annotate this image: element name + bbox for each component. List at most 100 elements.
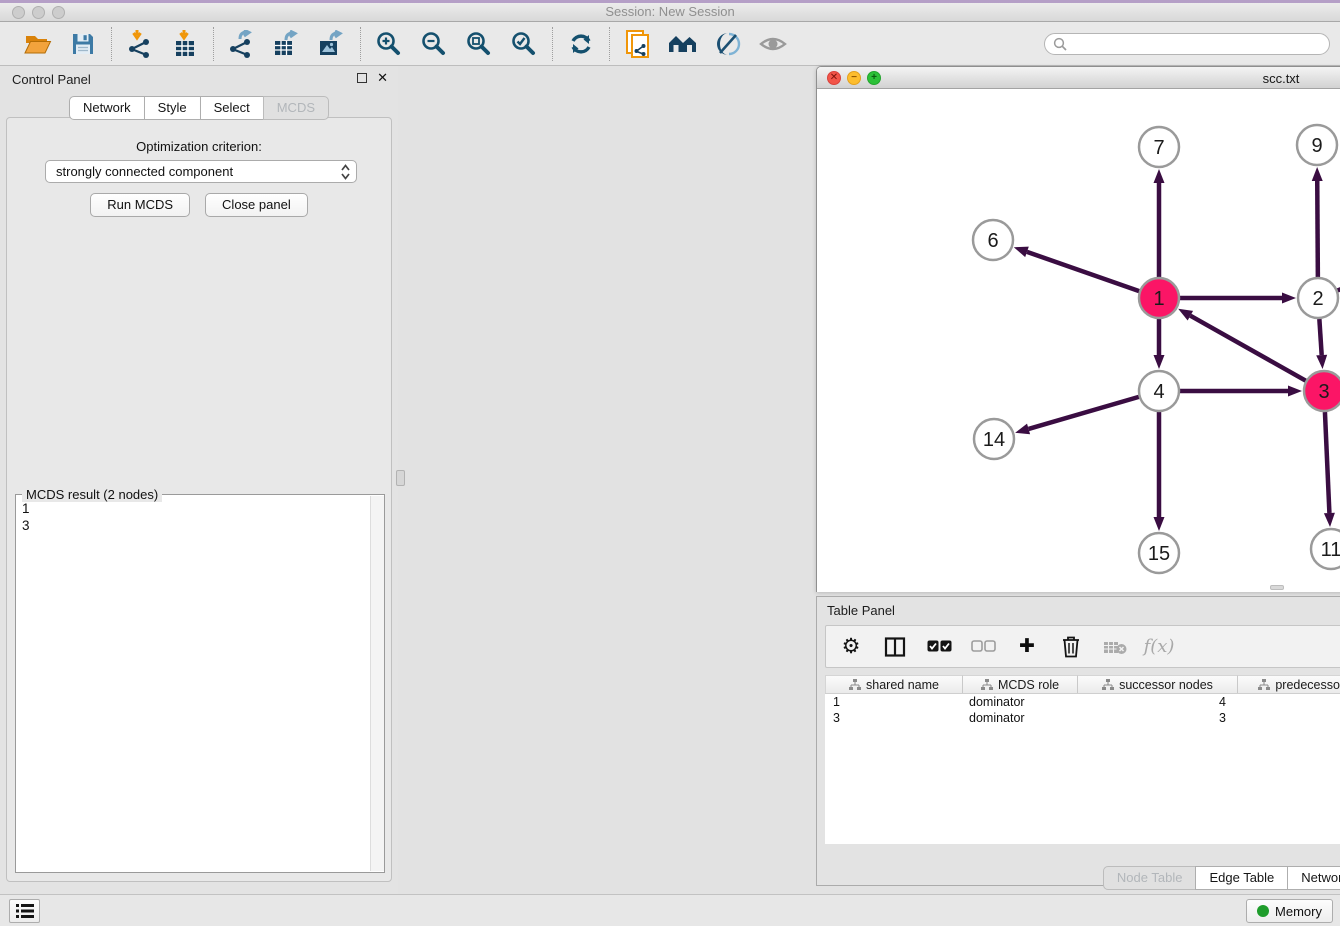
save-icon — [71, 32, 95, 56]
show-style-button[interactable] — [713, 29, 743, 59]
result-scrollbar[interactable] — [370, 496, 384, 871]
work-area: ✕ − + scc.txt 7968124314101511 Table Pan… — [408, 66, 1340, 894]
canvas-resize-handle[interactable] — [1270, 585, 1284, 590]
control-panel: Control Panel ✕ Network Style Select MCD… — [0, 66, 398, 894]
task-history-button[interactable] — [9, 899, 40, 923]
table-toolbar: ⚙ — [825, 625, 1340, 668]
column-header-mcds-role[interactable]: MCDS role — [963, 675, 1078, 693]
search-input[interactable] — [1067, 37, 1321, 51]
zoom-selected-button[interactable] — [509, 29, 539, 59]
gear-icon: ⚙ — [842, 634, 861, 659]
tab-edge-table[interactable]: Edge Table — [1195, 866, 1288, 890]
table-panel: Table Panel ✕ ⚙ — [816, 596, 1340, 886]
optimization-criterion-select[interactable]: strongly connected component — [45, 160, 357, 183]
window-title: Session: New Session — [0, 4, 1340, 19]
edge-4-14[interactable] — [1029, 397, 1139, 429]
columns-icon — [884, 636, 906, 658]
mcds-result-box[interactable]: MCDS result (2 nodes) 1 3 — [15, 494, 385, 873]
create-column-button[interactable]: ✚ — [1014, 634, 1040, 660]
column-header-shared-name[interactable]: shared name — [825, 675, 963, 693]
hide-selected-button[interactable] — [758, 29, 788, 59]
open-session-button[interactable] — [23, 29, 53, 59]
cell-shared-name[interactable]: 1 — [825, 695, 963, 709]
close-panel-icon[interactable]: ✕ — [377, 73, 388, 83]
edge-2-9[interactable] — [1317, 181, 1318, 277]
delete-column-button[interactable] — [1058, 634, 1084, 660]
export-table-button[interactable] — [272, 29, 302, 59]
delete-table-button — [1102, 634, 1128, 660]
tab-select[interactable]: Select — [200, 96, 264, 120]
edge-3-1[interactable] — [1190, 316, 1305, 381]
cell-shared-name[interactable]: 3 — [825, 711, 963, 725]
tab-network[interactable]: Network — [69, 96, 145, 120]
export-network-icon — [228, 30, 256, 58]
zoom-fit-icon — [466, 31, 492, 57]
graph-node-label: 1 — [1153, 288, 1164, 310]
cell-predecessor-nodes[interactable]: 2 — [1238, 711, 1340, 725]
edge-arrowhead — [1154, 517, 1165, 531]
new-network-file-icon — [625, 29, 651, 59]
trash-icon — [1061, 635, 1081, 658]
edge-1-6[interactable] — [1027, 252, 1139, 291]
new-network-from-selection-button[interactable] — [623, 29, 653, 59]
memory-button[interactable]: Memory — [1246, 899, 1333, 923]
zoom-fit-button[interactable] — [464, 29, 494, 59]
table-settings-button[interactable]: ⚙ — [838, 634, 864, 660]
import-network-button[interactable] — [125, 29, 155, 59]
network-graph[interactable]: 7968124314101511 — [817, 89, 1340, 591]
edge-arrowhead — [1316, 355, 1327, 369]
deselect-all-columns-button[interactable] — [970, 634, 996, 660]
hierarchy-icon — [1102, 679, 1114, 690]
cell-predecessor-nodes[interactable]: 1 — [1238, 695, 1340, 709]
cell-mcds-role[interactable]: dominator — [963, 695, 1078, 709]
float-panel-icon[interactable] — [357, 73, 367, 83]
import-table-button[interactable] — [170, 29, 200, 59]
tab-node-table[interactable]: Node Table — [1103, 866, 1197, 890]
edge-arrowhead — [1282, 293, 1296, 304]
network-canvas[interactable]: 7968124314101511 — [817, 89, 1340, 592]
column-header-predecessor-nodes[interactable]: predecessor nodes — [1238, 675, 1340, 693]
run-mcds-button[interactable]: Run MCDS — [90, 193, 190, 217]
network-window-titlebar[interactable]: ✕ − + scc.txt — [817, 67, 1340, 89]
hierarchy-icon — [981, 679, 993, 690]
first-neighbors-button[interactable] — [668, 29, 698, 59]
column-header-successor-nodes[interactable]: successor nodes — [1078, 675, 1238, 693]
list-icon — [16, 903, 34, 919]
edge-2-3[interactable] — [1319, 319, 1321, 355]
cell-mcds-role[interactable]: dominator — [963, 711, 1078, 725]
table-row[interactable]: 1 dominator 4 1 1 — [825, 694, 1340, 710]
function-icon: f(x) — [1144, 636, 1175, 657]
close-panel-button[interactable]: Close panel — [205, 193, 308, 217]
network-window: ✕ − + scc.txt 7968124314101511 — [816, 66, 1340, 592]
export-image-button[interactable] — [317, 29, 347, 59]
mcds-panel: Optimization criterion: strongly connect… — [6, 117, 392, 882]
cell-successor-nodes[interactable]: 3 — [1078, 711, 1238, 725]
edge-arrowhead — [1178, 309, 1193, 321]
apply-layout-button[interactable] — [566, 29, 596, 59]
tab-network-table[interactable]: Network Table — [1287, 866, 1340, 890]
houses-icon — [668, 32, 698, 56]
edge-3-11[interactable] — [1325, 412, 1329, 513]
save-session-button[interactable] — [68, 29, 98, 59]
control-panel-tabs: Network Style Select MCDS — [69, 96, 329, 120]
select-stepper-icon — [341, 164, 350, 180]
memory-status-icon — [1257, 905, 1269, 917]
network-window-title: scc.txt — [817, 71, 1340, 86]
show-columns-button[interactable] — [882, 634, 908, 660]
cell-successor-nodes[interactable]: 4 — [1078, 695, 1238, 709]
zoom-in-button[interactable] — [374, 29, 404, 59]
column-label: successor nodes — [1119, 678, 1213, 692]
tab-mcds[interactable]: MCDS — [263, 96, 329, 120]
table-row[interactable]: 3 dominator 3 2 3 — [825, 710, 1340, 726]
edge-arrowhead — [1015, 424, 1030, 435]
eye-icon — [759, 33, 787, 55]
select-all-columns-button[interactable] — [926, 634, 952, 660]
export-network-button[interactable] — [227, 29, 257, 59]
graph-node-label: 11 — [1321, 539, 1340, 561]
node-table: shared name MCDS role successor nodes pr… — [825, 675, 1340, 844]
panel-splitter-handle[interactable] — [396, 470, 405, 486]
tab-style[interactable]: Style — [144, 96, 201, 120]
zoom-out-icon — [421, 31, 447, 57]
export-table-icon — [273, 30, 301, 58]
zoom-out-button[interactable] — [419, 29, 449, 59]
